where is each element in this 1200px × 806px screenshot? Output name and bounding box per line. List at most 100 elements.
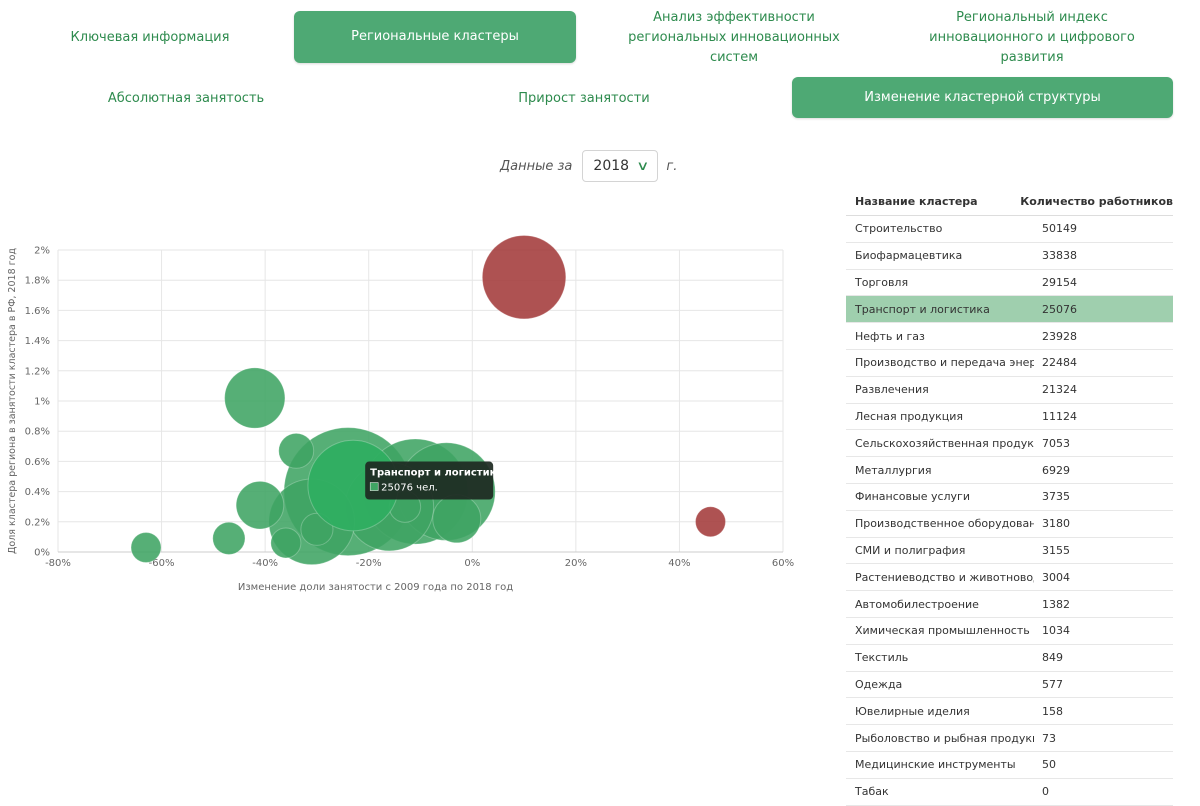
worker-count-cell: 25076 — [1042, 302, 1077, 316]
tab-key-information[interactable]: Ключевая информация — [20, 12, 280, 64]
table-row[interactable]: Транспорт и логистика 25076 — [846, 296, 1173, 324]
cluster-name-cell: Строительство — [855, 222, 943, 236]
x-tick-label: -40% — [252, 558, 278, 569]
worker-count-cell: 158 — [1042, 704, 1063, 718]
cluster-name-cell: Транспорт и логистика — [855, 302, 990, 316]
bubble-chart: 0% 0.2% 0.4% 0.6% 0.8% 1% 1.2% 1.4% 1.6% 1.8% 2% -… — [7, 235, 794, 593]
worker-count-cell: 21324 — [1042, 383, 1077, 397]
cluster-name-cell: Автомобилестроение — [855, 597, 979, 611]
bubble-point[interactable] — [270, 527, 302, 559]
table-row[interactable]: Одежда 577 — [846, 672, 1173, 699]
cluster-name-cell: Производство и передача энергии — [855, 356, 1034, 370]
worker-count-cell: 0 — [1042, 785, 1049, 799]
y-tick-label: 2% — [34, 246, 50, 257]
worker-count-cell: 50149 — [1042, 222, 1077, 236]
bubble-point[interactable] — [224, 367, 286, 429]
tab-label: Прирост занятости — [518, 91, 650, 106]
table-row[interactable]: Биофармацевтика 33838 — [846, 243, 1173, 270]
y-tick-label: 1.2% — [25, 366, 50, 377]
year-filter-suffix: г. — [666, 158, 678, 174]
worker-count-cell: 3155 — [1042, 543, 1070, 557]
cluster-name-cell: Биофармацевтика — [855, 249, 963, 263]
table-row[interactable]: Сельскохозяйственная продукция 7053 — [846, 430, 1173, 458]
table-row[interactable]: Металлургия 6929 — [846, 457, 1173, 484]
bubble-point[interactable] — [278, 432, 315, 469]
bubble-point[interactable] — [130, 531, 162, 563]
chart-tooltip: Транспорт и логистика 25076 чел. — [365, 461, 503, 500]
tab-regional-clusters[interactable]: Региональные кластеры — [294, 11, 576, 63]
y-tick-label: 1.6% — [25, 306, 50, 317]
y-tick-label: 1.4% — [25, 336, 50, 347]
cluster-name-cell: Химическая промышленность — [855, 624, 1030, 638]
cluster-name-cell: Производственное оборудование — [855, 517, 1034, 531]
x-tick-label: -80% — [45, 558, 71, 569]
table-row[interactable]: Финансовые услуги 3735 — [846, 484, 1173, 511]
tab-employment-growth[interactable]: Прирост занятости — [418, 79, 750, 119]
y-axis-ticks: 0% 0.2% 0.4% 0.6% 0.8% 1% 1.2% 1.4% 1.6% 1.8% 2% — [25, 246, 50, 559]
table-row[interactable]: Строительство 50149 — [846, 216, 1173, 243]
tab-innovation-efficiency[interactable]: Анализ эффективности региональных иннова… — [594, 10, 874, 65]
table-row[interactable]: Медицинские инструменты 50 — [846, 752, 1173, 779]
worker-count-cell: 23928 — [1042, 329, 1077, 343]
cluster-name-cell: Рыболовство и рыбная продукция — [855, 731, 1034, 745]
table-row[interactable]: Производственное оборудование 3180 — [846, 511, 1173, 538]
bubble-point[interactable] — [235, 480, 285, 530]
worker-count-cell: 1382 — [1042, 597, 1070, 611]
cluster-name-cell: Медицинские инструменты — [855, 758, 1016, 772]
tab-absolute-employment[interactable]: Абсолютная занятость — [20, 79, 352, 119]
y-tick-label: 0% — [34, 548, 50, 559]
worker-count-cell: 577 — [1042, 677, 1063, 691]
cluster-name-cell: Растениеводство и животноводство — [855, 570, 1034, 584]
bubble-point[interactable] — [212, 521, 246, 556]
year-filter-label: Данные за — [500, 158, 573, 174]
tab-cluster-structure-change[interactable]: Изменение кластерной структуры — [792, 77, 1173, 118]
table-row[interactable]: Табак 0 — [846, 779, 1173, 806]
x-tick-label: 40% — [668, 558, 690, 569]
table-row[interactable]: Ювелирные иделия 158 — [846, 698, 1173, 726]
worker-count-cell: 73 — [1042, 731, 1056, 745]
year-select[interactable]: 2018 ∨ — [582, 150, 659, 182]
tab-label: Анализ эффективности региональных иннова… — [628, 10, 840, 65]
worker-count-cell: 3180 — [1042, 517, 1070, 531]
table-row[interactable]: Химическая промышленность 1034 — [846, 618, 1173, 645]
table-row[interactable]: СМИ и полиграфия 3155 — [846, 538, 1173, 565]
tab-label: Региональный индекс инновационного и циф… — [929, 10, 1135, 65]
table-row[interactable]: Растениеводство и животноводство 3004 — [846, 564, 1173, 592]
table-row[interactable]: Торговля 29154 — [846, 270, 1173, 297]
worker-count-cell: 22484 — [1042, 356, 1077, 370]
column-header-cluster: Название кластера — [855, 195, 978, 208]
worker-count-cell: 849 — [1042, 651, 1063, 665]
cluster-name-cell: Металлургия — [855, 463, 932, 477]
worker-count-cell: 33838 — [1042, 249, 1077, 263]
worker-count-cell: 6929 — [1042, 463, 1070, 477]
table-body: Строительство 50149 Биофармацевтика 33838 То… — [846, 216, 1173, 806]
table-row[interactable]: Развлечения 21324 — [846, 377, 1173, 404]
year-filter: Данные за 2018 ∨ г. — [500, 150, 677, 182]
table-row[interactable]: Нефть и газ 23928 — [846, 323, 1173, 350]
cluster-name-cell: Одежда — [855, 677, 903, 691]
table-row[interactable]: Автомобилестроение 1382 — [846, 591, 1173, 618]
tooltip-title: Транспорт и логистика — [370, 468, 503, 479]
cluster-name-cell: Нефть и газ — [855, 329, 925, 343]
worker-count-cell: 7053 — [1042, 436, 1070, 450]
cluster-name-cell: Лесная продукция — [855, 409, 964, 423]
tab-label: Абсолютная занятость — [107, 91, 265, 106]
tab-innovation-index[interactable]: Региональный индекс инновационного и циф… — [890, 10, 1174, 65]
bubble-point[interactable] — [481, 235, 567, 320]
bubble-point[interactable] — [432, 494, 482, 544]
worker-count-cell: 11124 — [1042, 409, 1077, 423]
table-row[interactable]: Производство и передача энергии 22484 — [846, 350, 1173, 377]
chart-bubbles — [130, 235, 726, 566]
bubble-point[interactable] — [695, 506, 726, 538]
table-row[interactable]: Лесная продукция 11124 — [846, 404, 1173, 431]
x-tick-label: 0% — [464, 558, 480, 569]
table-row[interactable]: Рыболовство и рыбная продукция 73 — [846, 725, 1173, 752]
x-axis-ticks: -80% -60% -40% -20% 0% 20% 40% 60% — [45, 558, 794, 569]
tab-label: Ключевая информация — [70, 30, 230, 45]
tab-label: Региональные кластеры — [351, 29, 519, 44]
x-tick-label: 60% — [772, 558, 794, 569]
table-row[interactable]: Текстиль 849 — [846, 645, 1173, 672]
y-tick-label: 0.4% — [25, 487, 50, 498]
x-tick-label: 20% — [565, 558, 587, 569]
table-header: Название кластера Количество работников — [846, 188, 1173, 216]
